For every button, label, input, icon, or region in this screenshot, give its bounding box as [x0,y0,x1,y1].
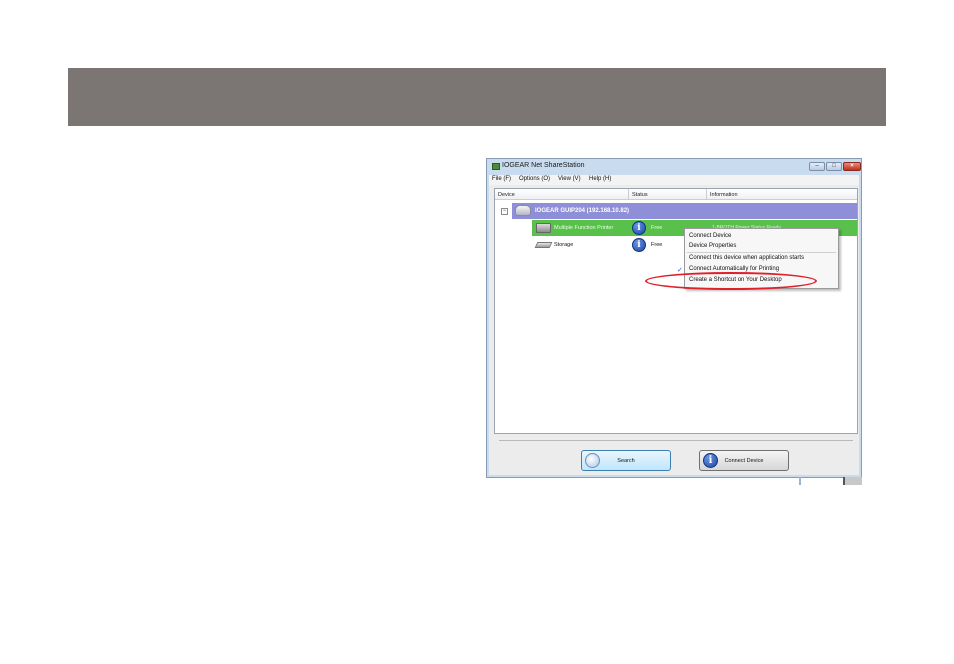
connect-button-label: Connect Device [724,458,764,464]
menu-options[interactable]: Options (O) [519,176,550,182]
device-status: Free [651,225,663,231]
minimize-button[interactable]: – [809,162,825,171]
device-list: Device Status Information − IOGEAR GUIP2… [494,188,858,434]
title-bar[interactable]: IOGEAR Net ShareStation – □ × [487,159,861,174]
menu-item-device-properties[interactable]: Device Properties [689,243,736,249]
window-title: IOGEAR Net ShareStation [502,162,585,169]
connect-device-button[interactable]: i Connect Device [699,450,789,471]
storage-icon [534,242,553,248]
gateway-row[interactable]: IOGEAR GUIP204 (192.168.10.82) [512,203,857,219]
device-name: Storage [554,242,574,248]
menu-item-connect-on-start[interactable]: Connect this device when application sta… [689,255,804,261]
gateway-label: IOGEAR GUIP204 (192.168.10.82) [535,208,630,214]
app-icon [492,163,500,170]
collapse-toggle[interactable]: − [501,208,508,215]
search-button[interactable]: Search [581,450,671,471]
header-banner [68,68,886,126]
column-header-information[interactable]: Information [707,189,857,200]
network-device-icon [515,205,531,216]
device-name: Multiple Function Printer [554,225,614,231]
menu-bar: File (F) Options (O) View (V) Help (H) [489,175,859,185]
menu-help[interactable]: Help (H) [589,176,611,182]
column-header-status[interactable]: Status [629,189,707,200]
column-header-device[interactable]: Device [495,189,629,200]
info-icon: i [632,221,646,235]
info-icon: i [632,238,646,252]
device-status: Free [651,242,663,248]
highlight-circle [645,272,817,290]
menu-view[interactable]: View (V) [558,176,581,182]
close-button[interactable]: × [843,162,861,171]
app-window: IOGEAR Net ShareStation – □ × File (F) O… [486,158,862,478]
search-button-label: Search [617,458,635,464]
background-fragment [799,477,801,485]
background-fragment [843,477,845,485]
background-fragment [843,477,862,485]
divider [499,440,853,441]
menu-separator [687,252,836,253]
menu-file[interactable]: File (F) [492,176,511,182]
maximize-button[interactable]: □ [826,162,842,171]
menu-item-connect-device[interactable]: Connect Device [689,233,731,239]
printer-icon [536,223,551,233]
